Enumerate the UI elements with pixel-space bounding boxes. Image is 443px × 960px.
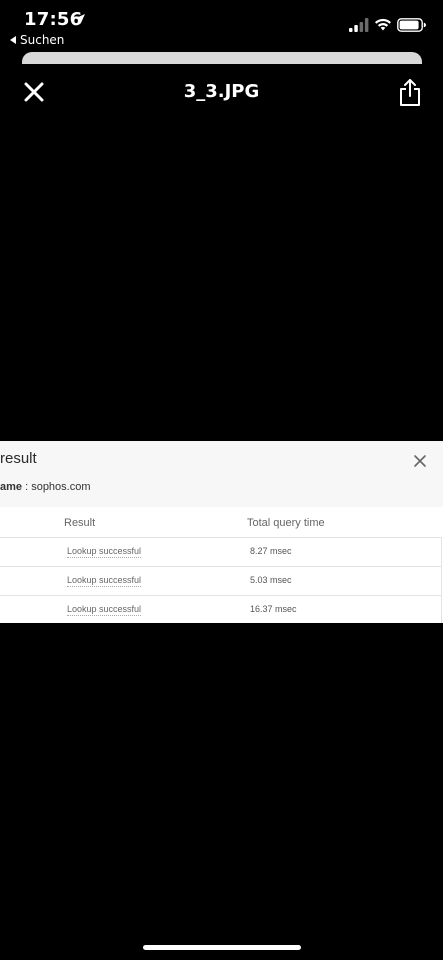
sheet-handle [22,52,422,64]
result-cell: Lookup successful [67,604,142,616]
back-to-app-label: Suchen [20,33,65,47]
column-header-total-query-time: Total query time [247,517,325,529]
battery-icon [397,18,426,32]
back-triangle-icon [10,36,16,44]
name-label: ame [0,481,23,493]
table-row: Lookup successful 8.27 msec [0,537,442,566]
column-header-result: Result [64,517,96,529]
result-cell: Lookup successful [67,546,142,558]
query-time-cell: 5.03 msec [250,575,292,585]
result-cell: Lookup successful [67,575,142,587]
dialog-close-icon [414,455,426,467]
name-row: ame : sophos.com [0,481,91,493]
wifi-icon [375,18,391,31]
cellular-signal-icon [349,18,369,32]
name-value: : sophos.com [22,481,91,493]
table-row: Lookup successful 5.03 msec [0,566,442,595]
location-arrow-icon [75,14,85,24]
share-icon[interactable] [398,77,422,107]
page-title: 3_3.JPG [183,81,260,102]
dialog-title: result [0,450,37,467]
table-row: Lookup successful 16.37 msec [0,595,442,623]
back-to-app-link[interactable]: Suchen [10,33,64,47]
home-indicator[interactable] [143,945,301,950]
results-table: Result Total query time Lookup successfu… [0,507,443,623]
query-time-cell: 16.37 msec [250,604,297,614]
status-bar: 17:56 Suchen [0,0,443,50]
query-time-cell: 8.27 msec [250,546,292,556]
image-preview: result ame : sophos.com Result Total que… [0,441,443,623]
